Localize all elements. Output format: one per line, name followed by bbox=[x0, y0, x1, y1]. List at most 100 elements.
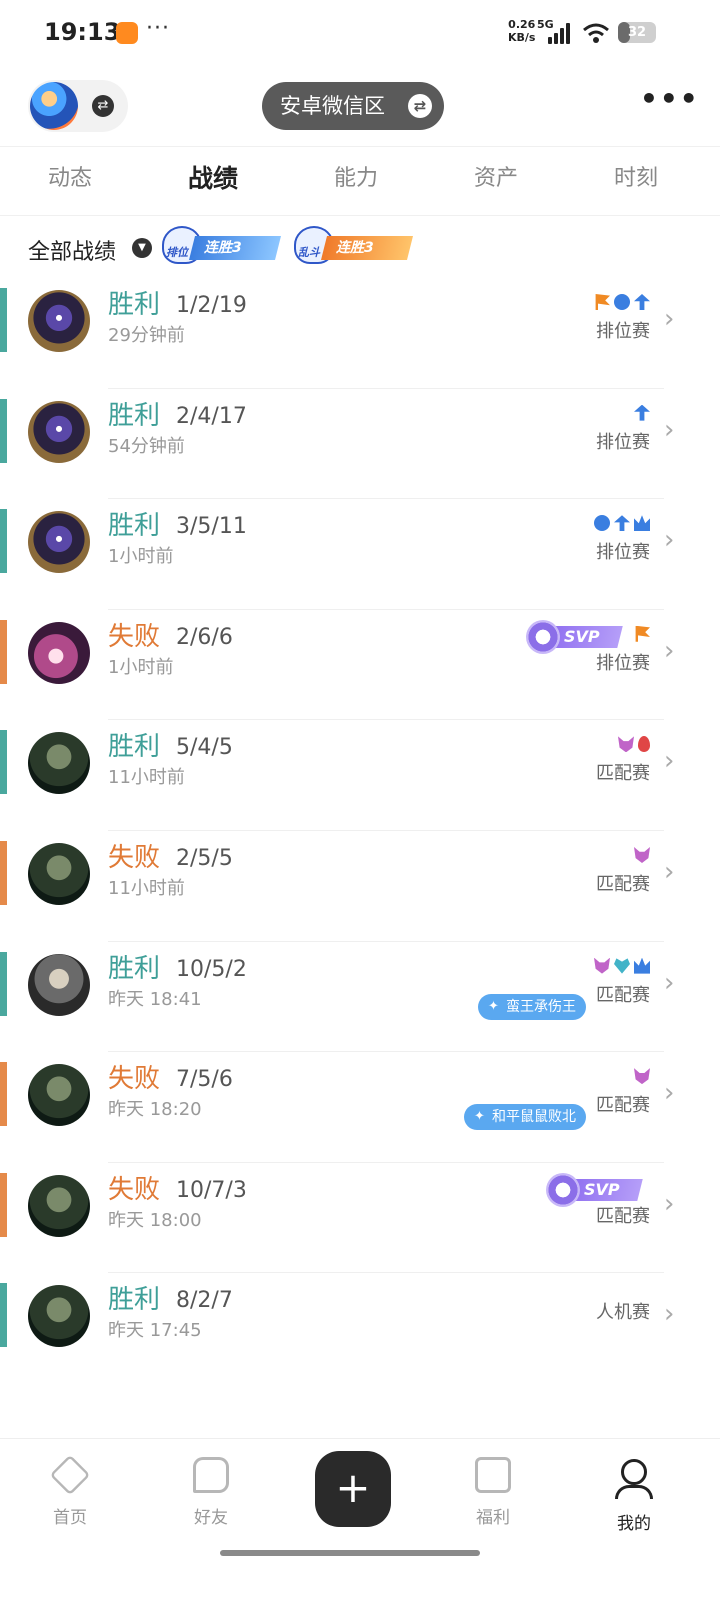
hero-avatar bbox=[28, 732, 90, 795]
match-time: 昨天 17:45 bbox=[108, 1320, 202, 1342]
match-mode: 匹配赛 bbox=[596, 873, 650, 895]
network-speed-unit: KB/s bbox=[508, 31, 536, 44]
streak-label: 连胜3 bbox=[336, 240, 374, 256]
svp-emblem-icon bbox=[546, 1172, 580, 1207]
hero-avatar bbox=[28, 290, 90, 352]
result-indicator-bar bbox=[0, 619, 7, 684]
top-header: ⇄ 安卓微信区 ⇄ ••• bbox=[0, 66, 720, 146]
match-row[interactable]: 失败 2/6/6 1小时前 SVP 排位赛 › bbox=[0, 610, 720, 721]
match-kda: 2/5/5 bbox=[176, 845, 233, 871]
tree-icon bbox=[634, 294, 650, 310]
server-selector[interactable]: 安卓微信区 ⇄ bbox=[262, 82, 444, 130]
match-result: 胜利 bbox=[108, 511, 161, 542]
hero-avatar bbox=[28, 511, 90, 574]
more-options-icon[interactable]: ••• bbox=[640, 85, 698, 120]
result-indicator-bar bbox=[0, 398, 7, 463]
match-mode: 匹配赛 bbox=[596, 1205, 650, 1227]
network-speed: 0.26 KB/s bbox=[508, 18, 535, 44]
chevron-right-icon: › bbox=[664, 304, 675, 334]
gift-icon bbox=[475, 1457, 511, 1493]
home-indicator[interactable] bbox=[220, 1550, 480, 1556]
match-kda: 10/7/3 bbox=[176, 1177, 247, 1203]
chevron-right-icon: › bbox=[664, 414, 675, 445]
nav-friends[interactable]: 好友 bbox=[151, 1457, 271, 1528]
match-time: 昨天 18:41 bbox=[108, 988, 202, 1010]
streak-category: 排位 bbox=[166, 246, 188, 259]
chevron-down-icon[interactable]: ▼ bbox=[132, 238, 152, 258]
nav-welfare[interactable]: 福利 bbox=[433, 1457, 553, 1528]
status-bar: 19:13 ··· 0.26 KB/s 5G 32 bbox=[0, 0, 720, 66]
switch-server-icon: ⇄ bbox=[408, 94, 432, 118]
result-indicator-bar bbox=[0, 840, 7, 905]
tab-feed[interactable]: 动态 bbox=[10, 147, 130, 217]
tree-icon bbox=[634, 404, 650, 421]
chevron-right-icon: › bbox=[664, 1188, 675, 1219]
match-time: 昨天 18:20 bbox=[108, 1099, 202, 1121]
achievement-tag: 和平鼠鼠败北 bbox=[464, 1104, 586, 1131]
nav-welfare-label: 福利 bbox=[476, 1508, 510, 1528]
svp-label: SVP bbox=[584, 1179, 620, 1199]
nav-friends-label: 好友 bbox=[194, 1508, 228, 1528]
ranked-streak-badge: 排位 连胜3 bbox=[162, 226, 281, 264]
hero-avatar bbox=[28, 621, 90, 684]
hero-avatar bbox=[28, 1064, 90, 1127]
match-mode: 排位赛 bbox=[596, 652, 650, 674]
match-row[interactable]: 胜利 2/4/17 54分钟前 排位赛 › bbox=[0, 389, 720, 500]
match-result: 胜利 bbox=[108, 400, 161, 431]
battery-level: 32 bbox=[627, 25, 647, 40]
match-row[interactable]: 胜利 3/5/11 1小时前 排位赛 › bbox=[0, 499, 720, 610]
hero-avatar bbox=[28, 842, 90, 905]
match-row[interactable]: 失败 10/7/3 昨天 18:00 SVP 匹配赛 › bbox=[0, 1163, 720, 1274]
chevron-right-icon: › bbox=[664, 635, 675, 666]
match-time: 昨天 18:00 bbox=[108, 1209, 202, 1231]
match-time: 11小时前 bbox=[108, 877, 185, 899]
match-kda: 10/5/2 bbox=[176, 956, 247, 982]
profile-icon bbox=[621, 1459, 647, 1485]
match-history-list: 胜利 1/2/19 29分钟前 排位赛 › 胜利 2/4/17 54分钟前 排位… bbox=[0, 278, 720, 1384]
create-post-button[interactable]: + bbox=[315, 1451, 391, 1527]
tab-ability[interactable]: 能力 bbox=[296, 147, 416, 217]
demon-icon bbox=[634, 846, 650, 863]
match-mode: 匹配赛 bbox=[596, 763, 650, 785]
medal-group bbox=[634, 403, 650, 423]
match-row[interactable]: 失败 2/5/5 11小时前 匹配赛 › bbox=[0, 831, 720, 942]
wifi-icon bbox=[583, 23, 609, 43]
heart-icon bbox=[614, 958, 630, 974]
tab-records[interactable]: 战绩 bbox=[153, 147, 273, 217]
tab-moments[interactable]: 时刻 bbox=[576, 147, 696, 217]
blood-icon bbox=[638, 736, 650, 753]
filter-dropdown-label[interactable]: 全部战绩 bbox=[28, 234, 116, 266]
match-time: 11小时前 bbox=[108, 767, 185, 789]
streak-category: 乱斗 bbox=[298, 246, 320, 259]
nav-me[interactable]: 我的 bbox=[574, 1457, 694, 1534]
chevron-right-icon: › bbox=[664, 525, 675, 556]
match-kda: 2/4/17 bbox=[176, 403, 247, 429]
match-result: 失败 bbox=[108, 1064, 161, 1095]
match-row[interactable]: 胜利 10/5/2 昨天 18:41 蛮王承伤王 匹配赛 › bbox=[0, 942, 720, 1053]
chevron-right-icon: › bbox=[664, 1299, 675, 1330]
match-kda: 2/6/6 bbox=[176, 624, 233, 650]
crown-icon bbox=[634, 957, 650, 974]
medal-group bbox=[634, 845, 650, 865]
account-switcher[interactable]: ⇄ bbox=[28, 80, 128, 132]
achievement-tag: 蛮王承伤王 bbox=[478, 993, 586, 1020]
tree-icon bbox=[614, 515, 630, 532]
match-row[interactable]: 胜利 5/4/5 11小时前 匹配赛 › bbox=[0, 720, 720, 831]
signal-icon bbox=[548, 22, 574, 44]
server-name: 安卓微信区 bbox=[280, 94, 385, 118]
match-row[interactable]: 胜利 8/2/7 昨天 17:45 人机赛 › bbox=[0, 1273, 720, 1384]
result-indicator-bar bbox=[0, 1283, 7, 1348]
hero-avatar bbox=[28, 1285, 90, 1348]
match-kda: 8/2/7 bbox=[176, 1288, 233, 1314]
nav-home[interactable]: 首页 bbox=[10, 1454, 130, 1528]
medal-group bbox=[594, 956, 650, 976]
tab-assets[interactable]: 资产 bbox=[436, 147, 556, 217]
result-indicator-bar bbox=[0, 288, 7, 352]
match-row[interactable]: 胜利 1/2/19 29分钟前 排位赛 › bbox=[0, 278, 720, 389]
match-mode: 人机赛 bbox=[596, 1302, 650, 1324]
match-result: 胜利 bbox=[108, 953, 161, 984]
records-filter-row: 全部战绩 ▼ 排位 连胜3 乱斗 连胜3 bbox=[0, 216, 720, 278]
switch-account-icon: ⇄ bbox=[92, 95, 114, 117]
match-row[interactable]: 失败 7/5/6 昨天 18:20 和平鼠鼠败北 匹配赛 › bbox=[0, 1052, 720, 1163]
hero-avatar bbox=[28, 953, 90, 1016]
